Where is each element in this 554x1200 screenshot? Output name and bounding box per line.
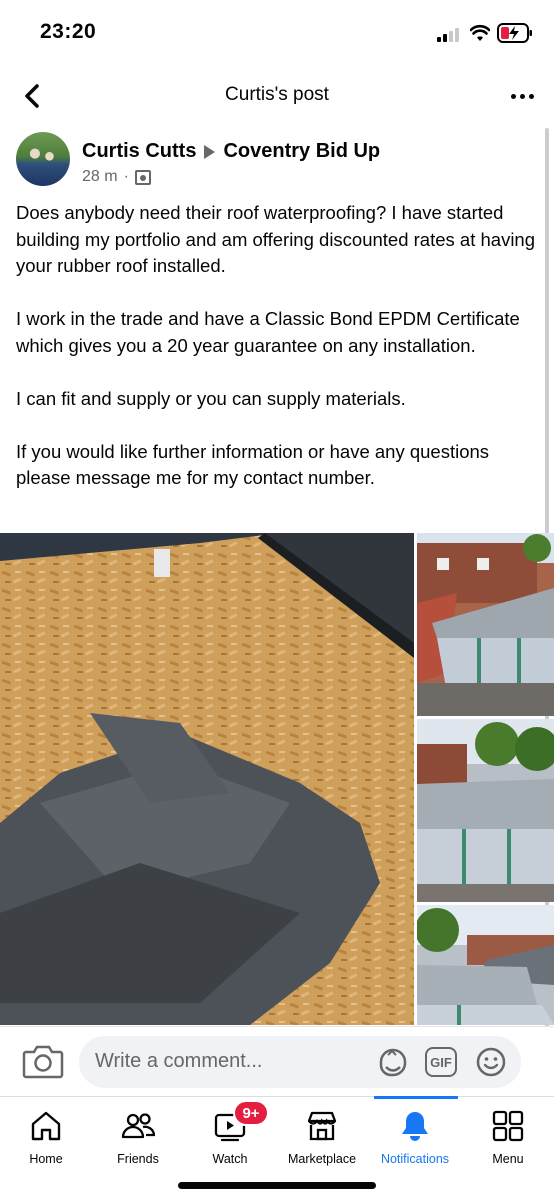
tab-label: Watch xyxy=(212,1152,248,1166)
gif-button[interactable]: GIF xyxy=(425,1047,457,1077)
tab-label: Menu xyxy=(492,1152,524,1166)
post-body: Does anybody need their roof waterproofi… xyxy=(16,200,541,492)
post-time[interactable]: 28 m xyxy=(82,168,118,186)
post-meta: 28 m · xyxy=(82,168,151,186)
more-dot-icon xyxy=(510,93,516,99)
more-dot-icon xyxy=(528,93,534,99)
sticker-icon[interactable] xyxy=(376,1047,410,1077)
battery-charging-icon xyxy=(497,23,532,43)
comment-bar: Write a comment... GIF xyxy=(0,1026,554,1096)
tab-friends[interactable]: Friends xyxy=(92,1097,184,1175)
finished-roof-image xyxy=(417,905,554,1025)
rubber-sheet-on-osb-image xyxy=(0,533,414,1025)
marketplace-icon xyxy=(307,1111,337,1141)
wifi-icon xyxy=(470,24,490,41)
author-name[interactable]: Curtis Cutts xyxy=(82,140,196,163)
home-icon xyxy=(31,1111,61,1141)
comment-placeholder: Write a comment... xyxy=(95,1050,263,1072)
home-indicator[interactable] xyxy=(178,1182,376,1189)
finished-roof-image xyxy=(417,533,554,716)
friends-icon xyxy=(121,1113,155,1139)
finished-roof-image xyxy=(417,719,554,902)
more-dot-icon xyxy=(519,93,525,99)
tab-label: Notifications xyxy=(380,1152,450,1166)
post-photo-thumb[interactable] xyxy=(417,719,554,902)
author-avatar[interactable] xyxy=(16,132,70,186)
group-name[interactable]: Coventry Bid Up xyxy=(223,140,380,163)
post-paragraph: If you would like further information or… xyxy=(16,440,490,489)
post-paragraph: I work in the trade and have a Classic B… xyxy=(16,308,520,356)
post-paragraph: Does anybody need their roof waterproofi… xyxy=(16,202,536,276)
group-audience-icon xyxy=(134,169,151,185)
arrow-right-icon xyxy=(204,144,216,159)
post-photo-thumb[interactable] xyxy=(417,533,554,716)
post-header-bar: Curtis's post xyxy=(0,66,554,126)
page-title: Curtis's post xyxy=(225,84,329,105)
watch-notification-badge: 9+ xyxy=(233,1100,269,1126)
post-paragraph: I can fit and supply or you can supply m… xyxy=(16,387,406,409)
bell-icon xyxy=(402,1112,428,1141)
meta-separator: · xyxy=(123,168,129,185)
post-photo-main[interactable] xyxy=(0,533,414,1025)
tab-home[interactable]: Home xyxy=(0,1097,92,1175)
more-options-button[interactable] xyxy=(500,78,544,114)
author-line: Curtis Cutts Coventry Bid Up xyxy=(82,140,380,163)
cellular-signal-icon xyxy=(437,26,463,42)
tab-marketplace[interactable]: Marketplace xyxy=(276,1097,368,1175)
tab-label: Friends xyxy=(117,1152,159,1166)
status-time: 23:20 xyxy=(40,20,97,43)
menu-grid-icon xyxy=(492,1110,524,1142)
post-photo-thumb[interactable] xyxy=(417,905,554,1025)
emoji-icon[interactable] xyxy=(475,1046,507,1078)
camera-icon[interactable] xyxy=(22,1043,64,1079)
comment-input[interactable]: Write a comment... GIF xyxy=(79,1036,521,1088)
tab-label: Home xyxy=(29,1152,63,1166)
tab-label: Marketplace xyxy=(287,1152,357,1166)
status-bar: 23:20 xyxy=(0,0,554,66)
tab-menu[interactable]: Menu xyxy=(462,1097,554,1175)
tab-notifications[interactable]: Notifications xyxy=(368,1097,462,1175)
